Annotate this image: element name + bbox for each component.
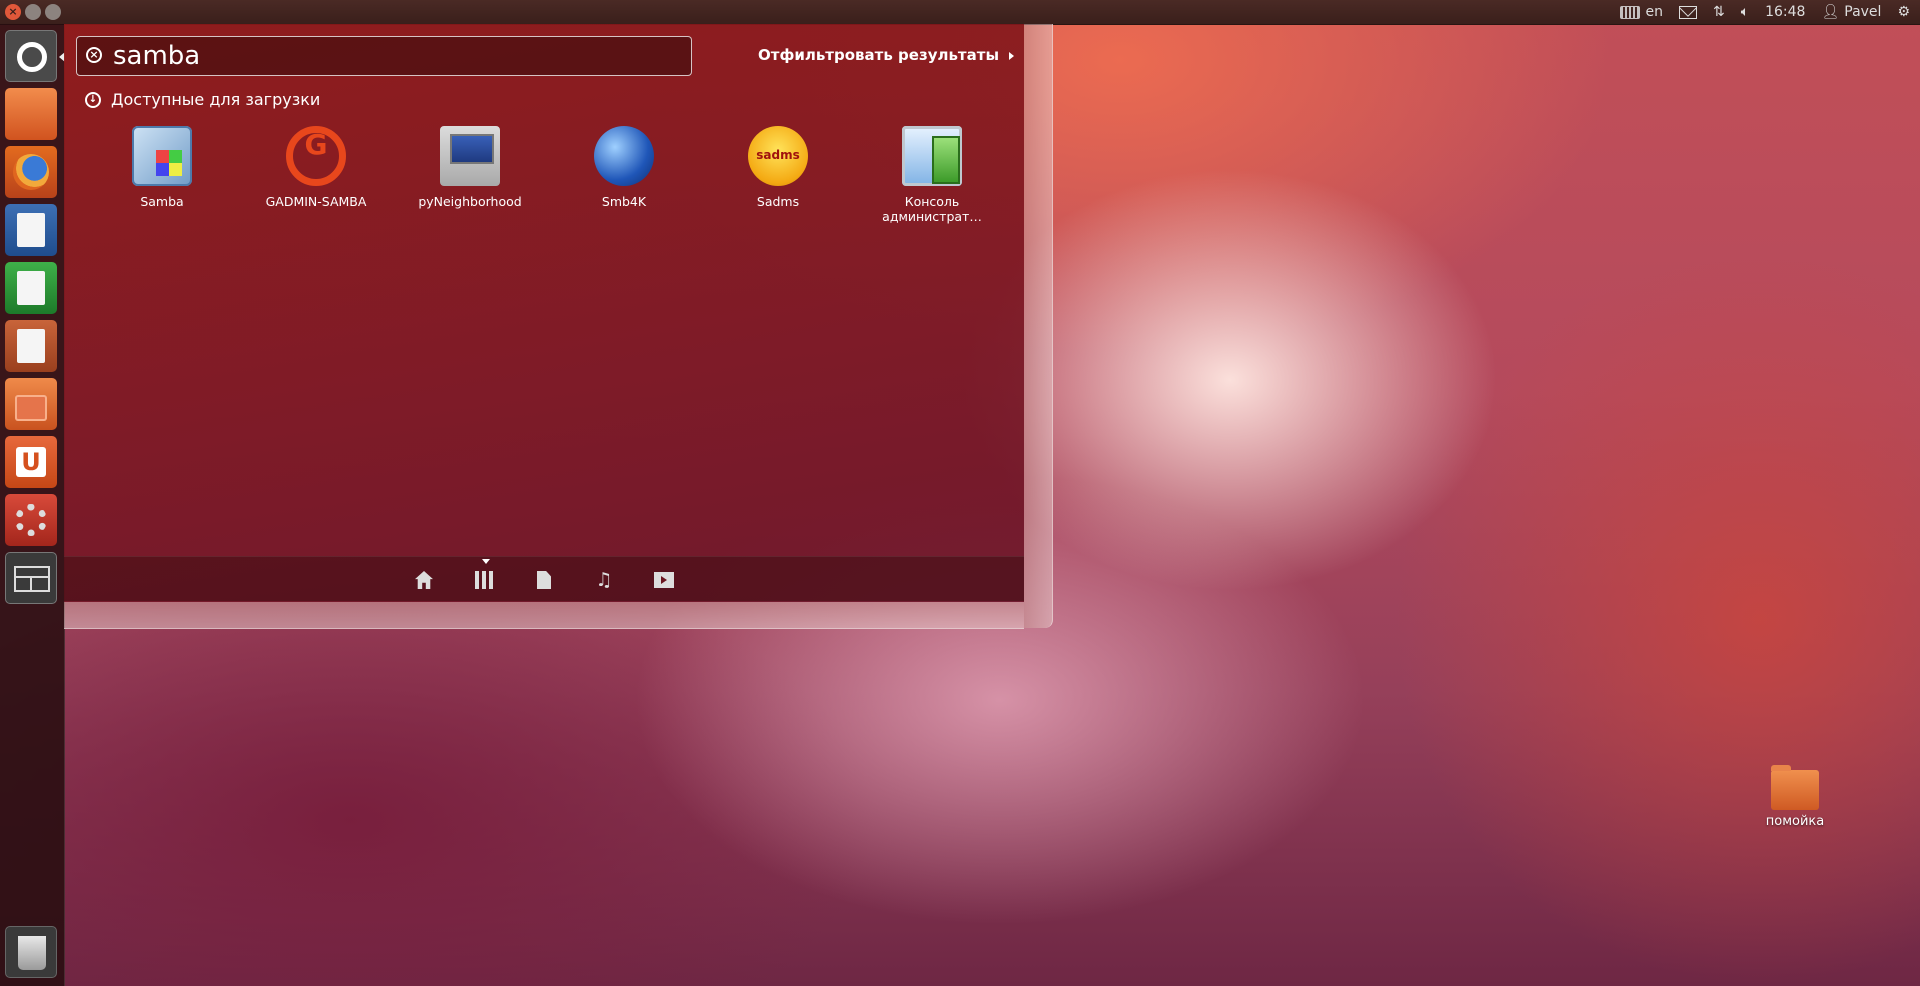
category-title: Доступные для загрузки [111, 90, 321, 109]
folder-icon [1771, 765, 1819, 810]
result-item[interactable]: GADMIN-SAMBA [261, 126, 371, 209]
top-panel: × en ⇅ 🔈︎ 16:48 👤︎ Pavel ⚙ [0, 0, 1920, 25]
result-item[interactable]: Samba [107, 126, 217, 209]
network-icon: ⇅ [1712, 4, 1725, 20]
result-item[interactable]: Sadms [723, 126, 833, 209]
keyboard-layout-label: en [1645, 4, 1663, 20]
download-icon: ↓ [85, 91, 101, 108]
sound-indicator[interactable]: 🔈︎ [1741, 4, 1749, 20]
filter-results-button[interactable]: Отфильтровать результаты [758, 46, 1015, 64]
active-lens-indicator [482, 559, 490, 564]
network-indicator[interactable]: ⇅ [1713, 4, 1725, 20]
launcher-files[interactable] [5, 88, 57, 140]
chevron-right-icon [1009, 51, 1015, 60]
clear-search-icon[interactable]: × [86, 47, 102, 63]
launcher-ubuntu-one[interactable]: U [5, 436, 57, 488]
volume-icon: 🔈︎ [1740, 4, 1750, 20]
indicator-area: en ⇅ 🔈︎ 16:48 👤︎ Pavel ⚙ [1620, 0, 1920, 24]
applications-lens-button[interactable] [473, 569, 495, 591]
launcher-system-settings[interactable] [5, 494, 57, 546]
files-lens-button[interactable] [533, 569, 555, 591]
launcher-trash[interactable] [5, 926, 57, 978]
music-note-icon: ♫ [595, 569, 613, 591]
settings-gear-icon [15, 504, 47, 536]
result-label: Samba [140, 194, 184, 209]
session-gear-icon: ⚙ [1897, 4, 1910, 20]
result-item[interactable]: Smb4K [569, 126, 679, 209]
ubuntu-logo-icon [17, 42, 47, 72]
folder-icon [5, 88, 57, 140]
shopping-bag-icon [15, 395, 47, 421]
user-indicator[interactable]: 👤︎ Pavel [1821, 4, 1881, 20]
session-indicator[interactable]: ⚙ [1897, 4, 1910, 20]
dash-home-button[interactable] [5, 30, 57, 82]
filter-results-label: Отфильтровать результаты [758, 46, 1000, 64]
applications-icon [475, 571, 493, 589]
mail-icon [1678, 5, 1697, 19]
firefox-icon [13, 154, 49, 190]
impress-icon [17, 329, 45, 363]
launcher-impress[interactable] [5, 320, 57, 372]
result-label: Консоль администрат… [882, 194, 982, 224]
dash-frame [1024, 24, 1053, 628]
result-label: GADMIN-SAMBA [265, 194, 367, 209]
desktop-icon-label: помойка [1765, 814, 1825, 829]
launcher-software-center[interactable] [5, 378, 57, 430]
pyneighborhood-icon [440, 126, 500, 186]
desktop-icon[interactable]: помойка [1752, 765, 1838, 829]
launcher-calc[interactable] [5, 262, 57, 314]
sadms-icon [748, 126, 808, 186]
film-icon [654, 572, 674, 588]
workspace-icon [14, 566, 50, 592]
clock: 16:48 [1765, 4, 1806, 20]
dash: × Отфильтровать результаты ↓ Доступные д… [64, 24, 1024, 602]
calc-icon [17, 271, 45, 305]
ubuntu-one-icon: U [16, 447, 46, 477]
dash-frame-bottom [64, 602, 1024, 629]
home-icon [415, 571, 433, 589]
smb4k-icon [594, 126, 654, 186]
launcher-writer[interactable] [5, 204, 57, 256]
lens-bar: ♫ [64, 556, 1024, 601]
search-input[interactable] [113, 40, 673, 72]
music-lens-button[interactable]: ♫ [593, 569, 615, 591]
trash-icon [18, 936, 46, 970]
user-name: Pavel [1844, 4, 1882, 20]
console-icon [902, 126, 962, 186]
home-lens-button[interactable] [413, 569, 435, 591]
launcher-firefox[interactable] [5, 146, 57, 198]
video-lens-button[interactable] [653, 569, 675, 591]
samba-icon [132, 126, 192, 186]
keyboard-indicator[interactable]: en [1620, 4, 1663, 20]
result-item[interactable]: Консоль администрат… [877, 126, 987, 224]
close-window-button[interactable]: × [5, 4, 21, 20]
maximize-window-button[interactable] [45, 4, 61, 20]
user-icon: 👤︎ [1821, 4, 1840, 20]
result-label: Smb4K [601, 194, 647, 209]
launcher: U [0, 24, 65, 986]
writer-icon [17, 213, 45, 247]
messaging-indicator[interactable] [1678, 5, 1697, 19]
gadmin-samba-icon [286, 126, 346, 186]
result-label: pyNeighborhood [418, 194, 522, 209]
keyboard-icon [1620, 5, 1641, 19]
clock-indicator[interactable]: 16:48 [1765, 4, 1805, 20]
category-header[interactable]: ↓ Доступные для загрузки [85, 90, 320, 109]
document-icon [537, 571, 551, 589]
result-label: Sadms [756, 194, 800, 209]
close-icon: × [8, 5, 18, 18]
search-box[interactable]: × [76, 36, 692, 76]
result-item[interactable]: pyNeighborhood [415, 126, 525, 209]
launcher-workspace-switcher[interactable] [5, 552, 57, 604]
minimize-window-button[interactable] [25, 4, 41, 20]
